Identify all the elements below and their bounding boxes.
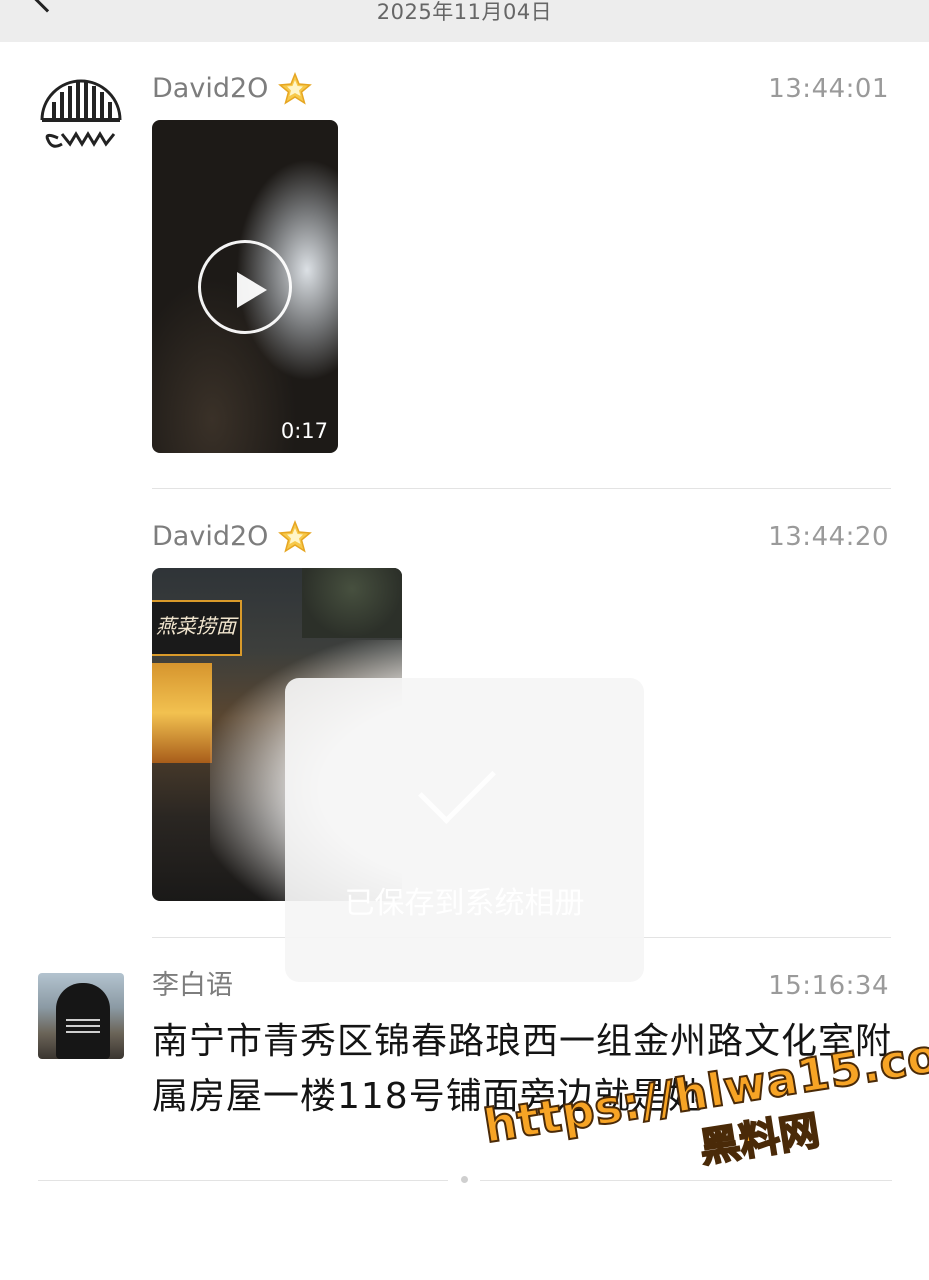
message-time: 15:16:34 xyxy=(768,971,889,1001)
shop-window xyxy=(152,663,212,763)
star-badge-icon xyxy=(278,520,313,553)
message-time: 13:44:01 xyxy=(768,74,889,104)
shop-sign-text: 燕菜捞面 xyxy=(156,614,236,638)
divider xyxy=(38,1180,448,1181)
sender-name: 李白语 xyxy=(152,970,233,1001)
date-label: 2025年11月04日 xyxy=(376,0,553,24)
scroll-indicator xyxy=(461,1176,468,1183)
avatar[interactable] xyxy=(38,76,124,162)
video-duration: 0:17 xyxy=(280,419,328,443)
sender-row: 李白语 xyxy=(152,969,233,1003)
tree-shape xyxy=(302,568,402,638)
message-time: 13:44:20 xyxy=(768,522,889,552)
sender-name: David2O xyxy=(152,73,269,104)
video-thumbnail[interactable]: 0:17 xyxy=(152,120,338,453)
check-icon xyxy=(418,746,496,824)
hoodie-figure xyxy=(56,983,110,1059)
date-header: 2025年11月04日 xyxy=(0,0,929,42)
play-button-icon[interactable] xyxy=(198,240,292,334)
star-badge-icon xyxy=(278,72,313,105)
sender-row: David2O xyxy=(152,520,313,554)
toast-text: 已保存到系统相册 xyxy=(344,886,585,921)
avatar[interactable] xyxy=(38,973,124,1059)
logo-icon xyxy=(40,79,122,148)
saved-toast: 已保存到系统相册 xyxy=(285,678,644,982)
divider xyxy=(152,488,891,489)
sender-name: David2O xyxy=(152,521,269,552)
sender-row: David2O xyxy=(152,72,313,106)
